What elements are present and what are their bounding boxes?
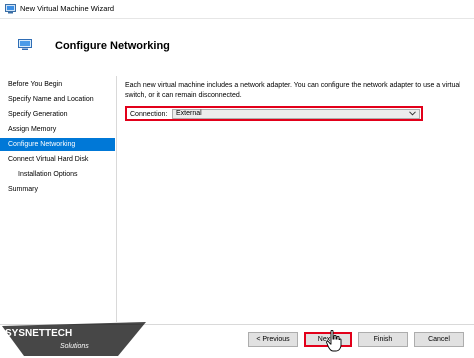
connection-label: Connection:	[130, 111, 168, 118]
watermark-tagline: Solutions	[60, 343, 89, 350]
sidebar-item-connect-virtual-hard-disk[interactable]: Connect Virtual Hard Disk	[0, 153, 115, 166]
sidebar-item-configure-networking[interactable]: Configure Networking	[0, 138, 115, 151]
content-scrollbar[interactable]	[460, 76, 466, 322]
previous-button[interactable]: < Previous	[248, 332, 298, 347]
chevron-down-icon	[409, 111, 416, 118]
wizard-header: Configure Networking	[0, 19, 474, 71]
page-title: Configure Networking	[55, 40, 170, 52]
sidebar-item-summary[interactable]: Summary	[0, 183, 115, 196]
finish-button[interactable]: Finish	[358, 332, 408, 347]
title-bar: New Virtual Machine Wizard	[0, 0, 474, 19]
wizard-steps-sidebar: Before You Begin Specify Name and Locati…	[0, 74, 115, 324]
description-text: Each new virtual machine includes a netw…	[125, 82, 461, 99]
network-monitor-icon	[18, 39, 32, 53]
sidebar-item-before-you-begin[interactable]: Before You Begin	[0, 78, 115, 91]
sidebar-item-specify-generation[interactable]: Specify Generation	[0, 108, 115, 121]
sidebar-item-installation-options[interactable]: Installation Options	[0, 168, 115, 181]
sidebar-divider	[116, 76, 117, 322]
vm-wizard-icon	[5, 4, 16, 16]
connection-dropdown[interactable]: External	[172, 109, 420, 119]
window-title: New Virtual Machine Wizard	[20, 4, 115, 13]
connection-selected-value: External	[176, 110, 202, 117]
sysnettech-watermark: SYSNETTECH Solutions	[2, 322, 146, 356]
watermark-brand: SYSNETTECH	[5, 328, 72, 339]
sidebar-item-specify-name-and-location[interactable]: Specify Name and Location	[0, 93, 115, 106]
sidebar-item-assign-memory[interactable]: Assign Memory	[0, 123, 115, 136]
hand-cursor-icon	[326, 329, 342, 354]
connection-row: Connection: External	[125, 106, 423, 121]
cancel-button[interactable]: Cancel	[414, 332, 464, 347]
